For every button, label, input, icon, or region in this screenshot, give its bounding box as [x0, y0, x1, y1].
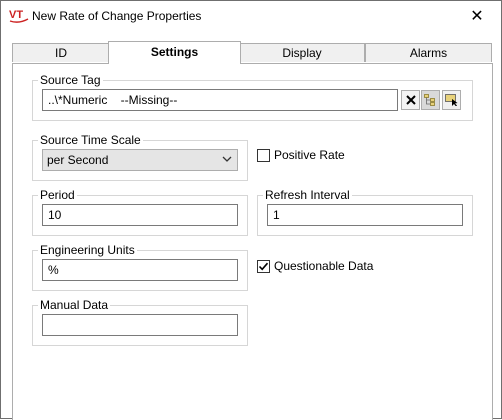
engineering-units-label: Engineering Units — [38, 243, 137, 257]
clear-icon — [405, 95, 416, 105]
tag-browse-button[interactable] — [442, 90, 461, 110]
tab-settings[interactable]: Settings — [108, 41, 241, 64]
questionable-data-checkbox[interactable]: Questionable Data — [257, 259, 373, 273]
source-tag-input[interactable]: ..\*Numeric --Missing-- — [42, 89, 398, 111]
vt-icon-text: VT — [9, 9, 23, 21]
tab-id[interactable]: ID — [12, 43, 110, 62]
positive-rate-label: Positive Rate — [274, 148, 345, 162]
tab-strip: ID Settings Display Alarms — [12, 41, 492, 64]
source-tag-label: Source Tag — [38, 73, 103, 87]
chevron-down-icon — [222, 156, 232, 162]
positive-rate-box[interactable] — [257, 148, 270, 162]
tag-tree-button[interactable] — [421, 90, 440, 110]
questionable-data-box[interactable] — [257, 259, 270, 273]
tab-display[interactable]: Display — [239, 43, 365, 62]
checkmark-icon — [258, 262, 269, 270]
engineering-units-input[interactable]: % — [42, 259, 238, 281]
window-title: New Rate of Change Properties — [32, 9, 202, 23]
vt-app-icon: VT — [9, 9, 29, 23]
clear-tag-button[interactable] — [401, 90, 420, 110]
period-input[interactable]: 10 — [42, 204, 238, 226]
tag-tree-icon — [424, 94, 435, 106]
tag-browse-icon — [445, 94, 458, 106]
period-label: Period — [38, 188, 77, 202]
time-scale-value: per Second — [47, 153, 109, 167]
properties-dialog: VT New Rate of Change Properties ✕ ID Se… — [0, 0, 502, 420]
time-scale-select[interactable]: per Second — [42, 149, 238, 171]
tab-alarms[interactable]: Alarms — [365, 43, 492, 62]
positive-rate-checkbox[interactable]: Positive Rate — [257, 148, 345, 162]
close-icon: ✕ — [470, 8, 484, 25]
manual-data-label: Manual Data — [38, 298, 111, 312]
close-button[interactable]: ✕ — [453, 1, 501, 31]
refresh-interval-input[interactable]: 1 — [267, 204, 463, 226]
time-scale-label: Source Time Scale — [38, 133, 143, 147]
title-bar[interactable]: VT New Rate of Change Properties ✕ — [1, 1, 501, 31]
manual-data-input[interactable] — [42, 314, 238, 336]
questionable-data-label: Questionable Data — [274, 259, 374, 273]
refresh-interval-label: Refresh Interval — [263, 188, 352, 202]
